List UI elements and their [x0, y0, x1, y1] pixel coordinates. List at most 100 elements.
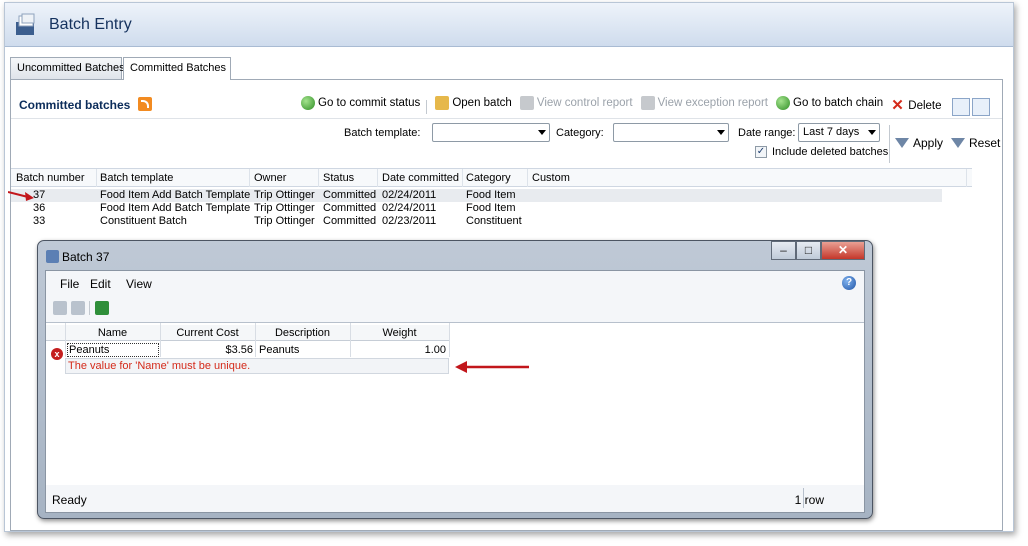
status-text: Ready [52, 493, 87, 507]
column-header[interactable]: Name [65, 327, 160, 339]
category-cell: Constituent [466, 215, 522, 227]
tab-uncommitted-batches[interactable]: Uncommitted Batches [10, 57, 125, 79]
menu-bar: File Edit View ? [46, 271, 864, 293]
excel-icon[interactable] [95, 301, 109, 315]
batch-entry-icon [16, 13, 35, 35]
commit-status-label: Go to commit status [318, 97, 421, 109]
batch-chain-label: Go to batch chain [793, 97, 884, 109]
dialog-title: Batch 37 [62, 250, 110, 264]
delete-icon: ✕ [891, 97, 904, 114]
batch-grid: Name Current Cost Description Weight Pea… [46, 322, 864, 486]
annotation-arrow-icon [8, 191, 34, 201]
tab-committed-batches[interactable]: Committed Batches [123, 57, 231, 80]
table-row[interactable]: Peanuts $3.56 Peanuts 1.00 [46, 342, 449, 358]
panel-toolbar: Go to commit status Open batch View cont… [301, 96, 990, 117]
batch-template-cell: Food Item Add Batch Template [100, 189, 251, 201]
exception-report-label: View exception report [657, 97, 768, 109]
include-deleted-checkbox[interactable]: ✓ Include deleted batches [755, 146, 888, 158]
maximize-button[interactable]: □ [796, 241, 821, 260]
category-label: Category: [556, 127, 604, 139]
dropdown-arrow-icon [717, 130, 725, 135]
refresh-icon [301, 96, 315, 110]
batch-37-dialog: Batch 37 – □ ✕ File Edit View ? Name Cur… [37, 240, 873, 519]
menu-edit[interactable]: Edit [90, 277, 111, 291]
dropdown-arrow-icon [868, 130, 876, 135]
date-range-label: Date range: [738, 127, 796, 139]
date-range-value: Last 7 days [803, 126, 860, 138]
close-button[interactable]: ✕ [821, 241, 865, 260]
page-header: Batch Entry [5, 3, 1013, 47]
column-header[interactable]: Weight [350, 327, 449, 339]
column-header[interactable]: Category [466, 172, 511, 184]
owner-cell: Trip Ottinger [254, 189, 315, 201]
status-cell: Committed [323, 215, 377, 227]
menu-view[interactable]: View [126, 277, 152, 291]
save-icon[interactable] [53, 301, 67, 315]
table-row[interactable]: 33 Constituent Batch Trip Ottinger Commi… [11, 215, 942, 228]
open-batch-label: Open batch [452, 97, 512, 109]
view-exception-report-button[interactable]: View exception report [640, 96, 768, 110]
current-cost-cell[interactable]: $3.56 [160, 344, 253, 356]
batch-grid-header: Name Current Cost Description Weight [46, 325, 449, 341]
reset-button[interactable]: Reset [951, 136, 1000, 150]
menu-file[interactable]: File [60, 277, 79, 291]
category-cell: Food Item [466, 202, 516, 214]
reset-label: Reset [969, 136, 1001, 150]
date-range-select[interactable]: Last 7 days [798, 123, 880, 142]
description-cell[interactable]: Peanuts [259, 344, 299, 356]
name-cell[interactable]: Peanuts [67, 343, 159, 357]
control-report-label: View control report [536, 97, 633, 109]
dialog-content: File Edit View ? Name Current Cost Descr… [45, 270, 865, 513]
column-header[interactable]: Owner [254, 172, 286, 184]
validation-error-message: The value for 'Name' must be unique. [65, 358, 449, 374]
chain-icon [776, 96, 791, 110]
report-icon [519, 96, 534, 110]
grid-header: Batch number Batch template Owner Status… [11, 168, 972, 187]
category-select[interactable] [613, 123, 729, 142]
apply-button[interactable]: Apply [895, 136, 943, 150]
delete-button[interactable]: ✕ Delete [891, 97, 941, 114]
batch-template-label: Batch template: [344, 127, 421, 139]
go-to-batch-chain-button[interactable]: Go to batch chain [776, 96, 883, 110]
panel-title: Committed batches [19, 98, 131, 112]
table-row[interactable]: 36 Food Item Add Batch Template Trip Ott… [11, 202, 942, 215]
folder-icon [435, 96, 450, 110]
save-close-icon[interactable] [71, 301, 85, 315]
refresh-grid-button[interactable] [971, 98, 990, 117]
go-to-commit-status-button[interactable]: Go to commit status [301, 96, 420, 110]
batch-number-cell: 36 [33, 202, 46, 214]
view-control-report-button[interactable]: View control report [519, 96, 633, 110]
filter-toggle-button[interactable] [951, 98, 970, 117]
annotation-arrow-icon [455, 361, 529, 373]
batch-template-cell: Constituent Batch [100, 215, 187, 227]
dialog-toolbar [46, 296, 864, 320]
column-header[interactable]: Current Cost [160, 327, 255, 339]
weight-cell[interactable]: 1.00 [350, 344, 446, 356]
apply-label: Apply [913, 136, 944, 150]
filter-icon [895, 138, 909, 148]
dropdown-arrow-icon [538, 130, 546, 135]
column-header[interactable]: Batch template [100, 172, 173, 184]
date-committed-cell: 02/24/2011 [382, 189, 437, 201]
column-header[interactable]: Status [323, 172, 354, 184]
column-header[interactable]: Batch number [16, 172, 84, 184]
report-icon [640, 96, 655, 110]
column-header[interactable]: Description [255, 327, 350, 339]
batch-number-cell: 33 [33, 215, 46, 227]
include-deleted-label: Include deleted batches [772, 146, 889, 158]
error-icon: x [51, 348, 63, 360]
table-row[interactable]: 37 Food Item Add Batch Template Trip Ott… [11, 189, 942, 202]
column-header[interactable]: Date committed [382, 172, 459, 184]
open-batch-button[interactable]: Open batch [435, 96, 512, 110]
column-header[interactable]: Custom [532, 172, 570, 184]
batch-template-cell: Food Item Add Batch Template [100, 202, 251, 214]
minimize-button[interactable]: – [771, 241, 796, 260]
batch-icon [46, 250, 59, 263]
category-cell: Food Item [466, 189, 516, 201]
filter-reset-icon [951, 138, 965, 148]
rss-icon[interactable] [138, 97, 152, 111]
owner-cell: Trip Ottinger [254, 202, 315, 214]
help-icon[interactable]: ? [842, 276, 856, 290]
date-committed-cell: 02/24/2011 [382, 202, 437, 214]
batch-template-select[interactable] [432, 123, 550, 142]
